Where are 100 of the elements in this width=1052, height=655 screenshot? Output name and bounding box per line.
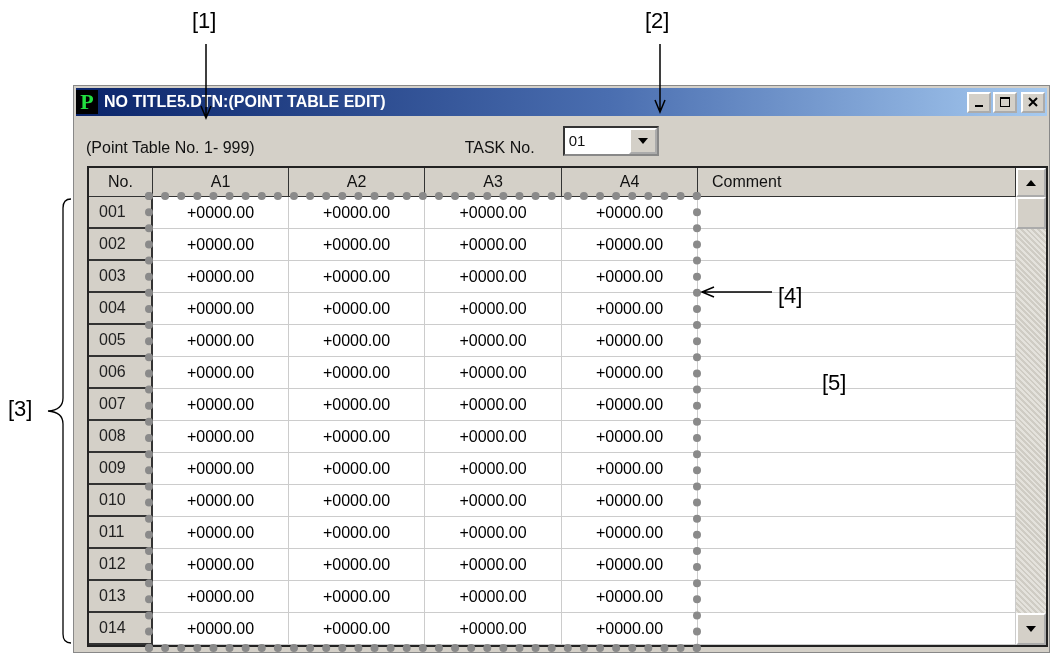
callout-label: [2] [645, 8, 670, 34]
table-cell[interactable]: +0000.00 [289, 325, 425, 357]
table-cell[interactable]: +0000.00 [425, 421, 562, 453]
table-cell[interactable]: +0000.00 [562, 325, 698, 357]
row-number[interactable]: 010 [89, 485, 153, 517]
scrollbar-thumb[interactable] [1016, 197, 1046, 229]
table-cell[interactable]: +0000.00 [289, 421, 425, 453]
comment-cell[interactable] [698, 453, 1016, 485]
row-number[interactable]: 002 [89, 229, 153, 261]
table-cell[interactable]: +0000.00 [289, 389, 425, 421]
close-icon [1027, 96, 1039, 108]
row-number[interactable]: 013 [89, 581, 153, 613]
row-number[interactable]: 014 [89, 613, 153, 645]
minimize-button[interactable] [967, 91, 991, 113]
table-cell[interactable]: +0000.00 [289, 261, 425, 293]
table-cell[interactable]: +0000.00 [153, 485, 289, 517]
callout-label: [1] [192, 8, 217, 34]
callout-label: [3] [8, 396, 33, 422]
table-cell[interactable]: +0000.00 [562, 293, 698, 325]
table-cell[interactable]: +0000.00 [153, 261, 289, 293]
row-number[interactable]: 007 [89, 389, 153, 421]
range-label: (Point Table No. 1- 999) [86, 139, 255, 157]
window-title: NO TITLE5.DTN:(POINT TABLE EDIT) [104, 93, 386, 111]
comment-cell[interactable] [698, 549, 1016, 581]
table-cell[interactable]: +0000.00 [425, 613, 562, 645]
table-cell[interactable]: +0000.00 [425, 549, 562, 581]
down-arrow-icon [1026, 626, 1036, 632]
scroll-up-button[interactable] [1016, 168, 1046, 197]
maximize-icon [999, 96, 1011, 108]
table-cell[interactable]: +0000.00 [562, 357, 698, 389]
comment-cell[interactable] [698, 197, 1016, 229]
table-cell[interactable]: +0000.00 [289, 229, 425, 261]
comment-cell[interactable] [698, 229, 1016, 261]
row-number[interactable]: 011 [89, 517, 153, 549]
table-cell[interactable]: +0000.00 [289, 549, 425, 581]
table-cell[interactable]: +0000.00 [153, 197, 289, 229]
scroll-down-button[interactable] [1016, 613, 1046, 645]
table-cell[interactable]: +0000.00 [153, 325, 289, 357]
table-cell[interactable]: +0000.00 [425, 389, 562, 421]
table-cell[interactable]: +0000.00 [289, 197, 425, 229]
table-cell[interactable]: +0000.00 [153, 517, 289, 549]
row-number[interactable]: 005 [89, 325, 153, 357]
close-button[interactable] [1021, 91, 1045, 113]
table-cell[interactable]: +0000.00 [153, 581, 289, 613]
table-cell[interactable]: +0000.00 [562, 453, 698, 485]
minimize-icon [975, 104, 983, 107]
row-number[interactable]: 012 [89, 549, 153, 581]
table-cell[interactable]: +0000.00 [153, 293, 289, 325]
table-cell[interactable]: +0000.00 [289, 357, 425, 389]
row-number[interactable]: 009 [89, 453, 153, 485]
table-cell[interactable]: +0000.00 [425, 293, 562, 325]
row-number[interactable]: 004 [89, 293, 153, 325]
table-cell[interactable]: +0000.00 [425, 261, 562, 293]
table-cell[interactable]: +0000.00 [153, 453, 289, 485]
table-cell[interactable]: +0000.00 [425, 517, 562, 549]
task-dropdown[interactable]: 01 [562, 126, 659, 156]
row-number[interactable]: 006 [89, 357, 153, 389]
table-cell[interactable]: +0000.00 [153, 229, 289, 261]
maximize-button[interactable] [993, 91, 1017, 113]
table-cell[interactable]: +0000.00 [153, 357, 289, 389]
table-cell[interactable]: +0000.00 [289, 293, 425, 325]
table-cell[interactable]: +0000.00 [153, 613, 289, 645]
row-number[interactable]: 001 [89, 197, 153, 229]
comment-cell[interactable] [698, 485, 1016, 517]
table-cell[interactable]: +0000.00 [562, 389, 698, 421]
table-cell[interactable]: +0000.00 [289, 613, 425, 645]
app-icon: P [76, 90, 98, 114]
comment-cell[interactable] [698, 613, 1016, 645]
table-cell[interactable]: +0000.00 [425, 357, 562, 389]
comment-cell[interactable] [698, 581, 1016, 613]
table-cell[interactable]: +0000.00 [562, 261, 698, 293]
table-cell[interactable]: +0000.00 [562, 549, 698, 581]
table-cell[interactable]: +0000.00 [425, 453, 562, 485]
table-cell[interactable]: +0000.00 [562, 421, 698, 453]
table-cell[interactable]: +0000.00 [425, 581, 562, 613]
table-cell[interactable]: +0000.00 [425, 229, 562, 261]
table-cell[interactable]: +0000.00 [562, 613, 698, 645]
table-cell[interactable]: +0000.00 [562, 229, 698, 261]
comment-cell[interactable] [698, 325, 1016, 357]
table-cell[interactable]: +0000.00 [289, 581, 425, 613]
table-cell[interactable]: +0000.00 [153, 549, 289, 581]
table-cell[interactable]: +0000.00 [562, 485, 698, 517]
table-cell[interactable]: +0000.00 [425, 325, 562, 357]
column-header: A1 [153, 168, 289, 197]
table-cell[interactable]: +0000.00 [562, 517, 698, 549]
table-cell[interactable]: +0000.00 [562, 197, 698, 229]
row-number[interactable]: 003 [89, 261, 153, 293]
table-cell[interactable]: +0000.00 [153, 389, 289, 421]
table-cell[interactable]: +0000.00 [289, 517, 425, 549]
comment-cell[interactable] [698, 421, 1016, 453]
arrow-icon [654, 44, 666, 114]
table-cell[interactable]: +0000.00 [425, 197, 562, 229]
table-cell[interactable]: +0000.00 [289, 453, 425, 485]
row-number[interactable]: 008 [89, 421, 153, 453]
table-cell[interactable]: +0000.00 [425, 485, 562, 517]
table-cell[interactable]: +0000.00 [289, 485, 425, 517]
comment-cell[interactable] [698, 517, 1016, 549]
table-cell[interactable]: +0000.00 [153, 421, 289, 453]
table-cell[interactable]: +0000.00 [562, 581, 698, 613]
callout-label: [5] [822, 370, 847, 396]
